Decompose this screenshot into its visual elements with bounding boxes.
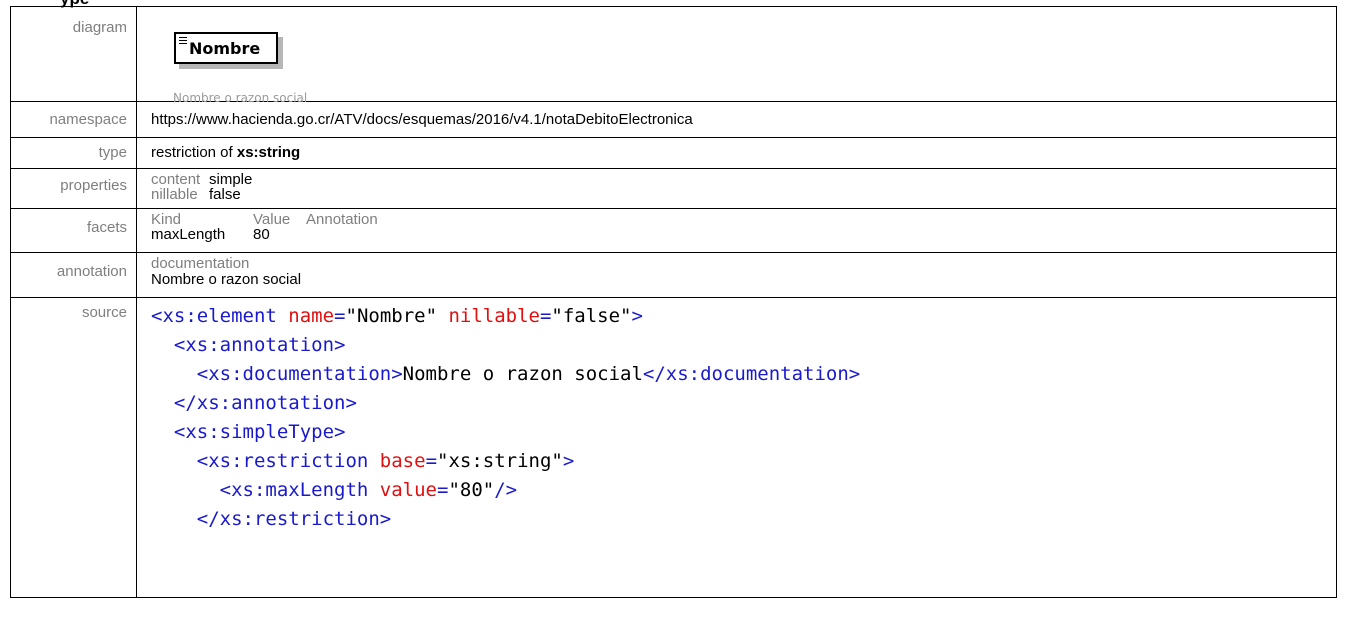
annotation-row: annotation documentation Nombre o razon … <box>10 252 1337 298</box>
element-node[interactable]: Nombre <box>174 32 278 64</box>
facet-header-annotation: Annotation <box>306 211 378 228</box>
source-token: = <box>539 305 552 327</box>
facet-header-value: Value <box>253 211 291 228</box>
source-line: <xs:simpleType> <box>151 418 1336 447</box>
source-token: <xs:annotation> <box>173 334 346 356</box>
element-doc-table: diagram Nombre Nombre o razon social nam… <box>10 6 1337 598</box>
source-code: <xs:element name="Nombre" nillable="fals… <box>151 298 1336 534</box>
source-token: = <box>437 479 449 501</box>
source-line: <xs:documentation>Nombre o razon social<… <box>151 360 1336 389</box>
source-token: <xs:element <box>151 305 289 327</box>
source-label: source <box>81 304 127 321</box>
element-node-caption: Nombre o razon social <box>173 91 308 105</box>
source-token: <xs:simpleType> <box>173 421 346 443</box>
type-base-link[interactable]: xs:string <box>237 144 300 161</box>
source-token: = <box>425 450 438 472</box>
properties-label: properties <box>60 177 127 194</box>
diagram-row: diagram Nombre Nombre o razon social <box>10 6 1337 105</box>
source-token: <xs:documentation> <box>196 363 403 385</box>
source-token: value <box>379 479 437 501</box>
source-token: "false" <box>551 305 632 327</box>
source-token: = <box>334 305 346 327</box>
property-value: false <box>209 186 241 203</box>
source-token: <xs:restriction <box>196 450 380 472</box>
property-key: content <box>151 171 201 188</box>
source-token: "xs:string" <box>437 450 563 472</box>
property-value: simple <box>209 171 253 188</box>
facet-annotation <box>306 227 426 242</box>
element-diagram: Nombre Nombre o razon social <box>151 7 1336 105</box>
source-line: <xs:restriction base="xs:string"> <box>151 447 1336 476</box>
source-token: base <box>379 450 426 472</box>
facets-row: facets Kind Value Annotation maxLength 8… <box>10 208 1337 253</box>
source-token: > <box>562 450 575 472</box>
type-label: type <box>98 144 127 161</box>
namespace-value: https://www.hacienda.go.cr/ATV/docs/esqu… <box>151 111 693 128</box>
source-line: </xs:annotation> <box>151 389 1336 418</box>
type-prefix: restriction of <box>151 144 237 161</box>
page-title: ype <box>60 0 89 7</box>
namespace-label: namespace <box>49 111 127 128</box>
annotation-label: annotation <box>56 263 127 280</box>
source-line: <xs:annotation> <box>151 331 1336 360</box>
diagram-label: diagram <box>72 19 127 36</box>
source-token: </xs:restriction> <box>196 508 392 530</box>
source-token: </xs:annotation> <box>173 392 357 414</box>
source-line: <xs:element name="Nombre" nillable="fals… <box>151 302 1336 331</box>
source-token: nillable <box>437 305 540 327</box>
facets-grid: Kind Value Annotation maxLength 80 <box>151 209 1336 242</box>
source-token: <xs:maxLength <box>219 479 380 501</box>
source-token: "80" <box>448 479 495 501</box>
facets-label: facets <box>86 219 127 236</box>
source-token: /> <box>494 479 518 501</box>
type-row: type restriction of xs:string <box>10 137 1337 169</box>
properties-grid: content simple nillable false <box>151 169 1336 202</box>
element-node-name: Nombre <box>189 39 261 58</box>
property-key: nillable <box>151 186 198 203</box>
facet-kind: maxLength <box>151 226 226 243</box>
source-line: </xs:restriction> <box>151 505 1336 534</box>
element-lines-icon <box>179 37 187 45</box>
annotation-text: Nombre o razon social <box>151 271 302 288</box>
source-token: Nombre o razon social <box>402 363 643 385</box>
facet-header-kind: Kind <box>151 211 182 228</box>
source-line: <xs:maxLength value="80"/> <box>151 476 1336 505</box>
properties-row: properties content simple nillable false <box>10 168 1337 209</box>
namespace-row: namespace https://www.hacienda.go.cr/ATV… <box>10 101 1337 138</box>
source-token: > <box>631 305 643 327</box>
source-token: </xs:documentation> <box>642 363 861 385</box>
source-row: source <xs:element name="Nombre" nillabl… <box>10 297 1337 598</box>
facet-value: 80 <box>253 226 270 243</box>
source-token: name <box>288 305 335 327</box>
source-token: "Nombre" <box>345 305 438 327</box>
annotation-heading: documentation <box>151 255 250 272</box>
